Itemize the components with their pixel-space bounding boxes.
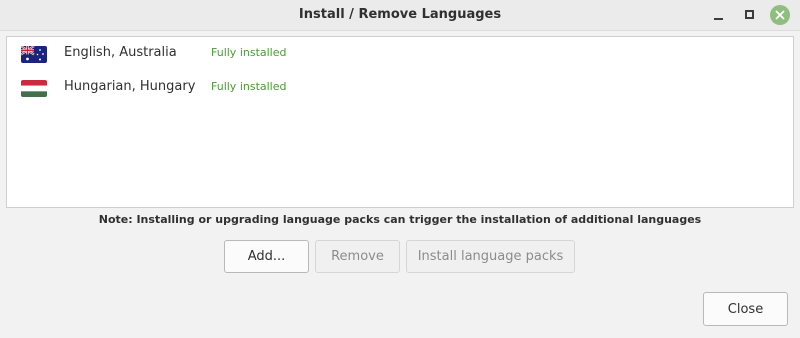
language-name: English, Australia [64, 45, 177, 60]
window-close-icon[interactable] [770, 5, 790, 25]
australia-flag-icon [21, 46, 47, 63]
note-text: Note: Installing or upgrading language p… [98, 213, 702, 226]
maximize-icon[interactable] [741, 6, 759, 24]
window-title: Install / Remove Languages [298, 7, 502, 22]
title-bar: Install / Remove Languages [0, 0, 800, 31]
minimize-icon[interactable] [710, 6, 728, 24]
close-button[interactable]: Close [703, 292, 788, 326]
remove-button[interactable]: Remove [315, 240, 400, 273]
language-name: Hungarian, Hungary [64, 79, 196, 94]
install-language-packs-button[interactable]: Install language packs [406, 240, 575, 273]
list-item[interactable]: Hungarian, Hungary Fully installed [7, 71, 793, 105]
add-button[interactable]: Add... [224, 240, 309, 273]
list-item[interactable]: English, Australia Fully installed [7, 37, 793, 71]
language-status: Fully installed [211, 80, 287, 93]
hungary-flag-icon [21, 80, 47, 97]
language-status: Fully installed [211, 46, 287, 59]
language-list[interactable]: English, Australia Fully installed Hunga… [6, 36, 794, 208]
